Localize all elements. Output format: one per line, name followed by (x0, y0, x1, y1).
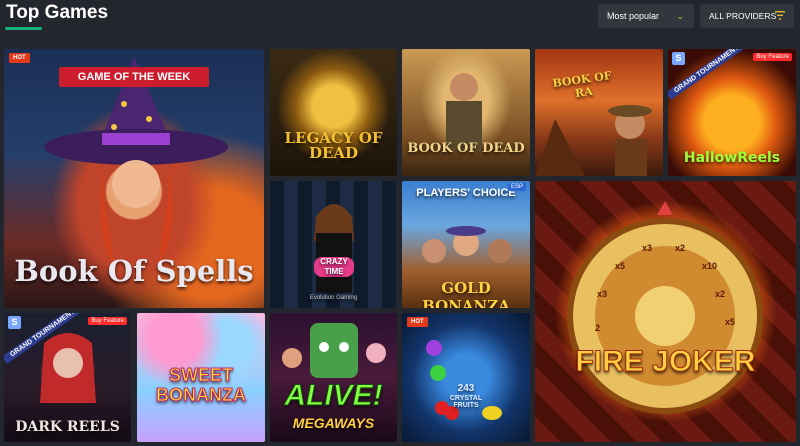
joker-wheel (567, 201, 763, 414)
providers-filter-button[interactable]: ALL PROVIDERS (700, 4, 794, 28)
wheel-label-2: x2 (675, 243, 686, 253)
game-tile-book-of-dead[interactable]: BOOK OF DEAD (402, 49, 530, 176)
game-title: CRAZY TIME (314, 257, 354, 277)
game-title: HallowReels (683, 150, 781, 166)
game-tile-book-of-ra[interactable]: BOOK OF RA (535, 49, 663, 176)
esp-tag: ESP (507, 183, 526, 191)
title-underline (5, 27, 42, 30)
sort-dropdown[interactable]: Most popular ⌄ (598, 4, 694, 28)
adventurer-illustration (446, 73, 482, 151)
game-tile-hallow-reels[interactable]: S GRAND TOURNAMENT Buy Feature HallowRee… (668, 49, 796, 176)
provider-label: Evolution Gaming (309, 295, 358, 301)
wheel-label-5: x2 (715, 289, 726, 299)
hot-badge: HOT (407, 317, 428, 327)
hot-badge: HOT (9, 53, 30, 63)
game-tile-book-of-spells[interactable]: HOT GAME OF THE WEEK Book Of Spells (4, 49, 264, 308)
game-title: CRYSTAL FRUITS (449, 395, 483, 409)
game-tile-crystal-fruits[interactable]: HOT 243 CRYSTAL FRUITS (402, 313, 530, 442)
host-illustration (314, 204, 354, 293)
game-title: LEGACY OF DEAD (284, 129, 383, 162)
providers-filter-label: ALL PROVIDERS (709, 11, 777, 21)
game-title: GOLD BONANZA (422, 279, 510, 308)
game-title: DARK REELS (15, 419, 120, 435)
provider-badge: S (8, 316, 21, 329)
game-tile-gold-bonanza[interactable]: ESP PLAYERS' CHOICE GOLD BONANZA (402, 181, 530, 308)
game-tile-alive-megaways[interactable]: ALIVE! MEGAWAYS (270, 313, 397, 442)
sort-dropdown-value: Most popular (607, 11, 660, 21)
filter-icon (775, 11, 785, 20)
buy-feature-tag: Buy Feature (753, 53, 792, 61)
chevron-down-icon: ⌄ (676, 11, 684, 21)
buy-feature-tag: Buy Feature (88, 317, 127, 325)
game-subtitle: MEGAWAYS (292, 415, 375, 431)
game-title: SWEET BONANZA (156, 365, 247, 406)
game-tile-sweet-bonanza[interactable]: SWEET BONANZA (137, 313, 265, 442)
fruit-symbols (426, 340, 502, 420)
wheel-label-3: x5 (615, 261, 626, 271)
wheel-label-7: x3 (597, 289, 608, 299)
wheel-label-6: x5 (725, 317, 736, 327)
game-title: Book Of Spells (14, 254, 254, 288)
game-title: ALIVE! (284, 379, 383, 413)
game-of-the-week-ribbon: GAME OF THE WEEK (59, 67, 209, 87)
provider-badge: S (672, 52, 685, 65)
explorer-illustration (535, 105, 652, 176)
game-title: FIRE JOKER (575, 345, 756, 379)
wheel-label-8: 2 (595, 323, 601, 333)
wheel-label-4: x10 (702, 261, 718, 271)
game-tile-crazy-time[interactable]: CRAZY TIME Evolution Gaming (270, 181, 397, 308)
section-title: Top Games (6, 2, 109, 23)
game-count: 243 (457, 383, 475, 394)
section-header: Top Games Most popular ⌄ ALL PROVIDERS (0, 0, 800, 40)
wheel-label-1: x3 (642, 243, 653, 253)
game-tile-fire-joker[interactable]: x3 x2 x5 x10 x2 x5 x3 2 FIRE JOKER (535, 181, 796, 442)
game-title: BOOK OF DEAD (407, 141, 525, 156)
game-tile-legacy-of-dead[interactable]: LEGACY OF DEAD (270, 49, 397, 176)
game-tile-dark-reels[interactable]: S GRAND TOURNAMENT Buy Feature DARK REEL… (4, 313, 131, 442)
